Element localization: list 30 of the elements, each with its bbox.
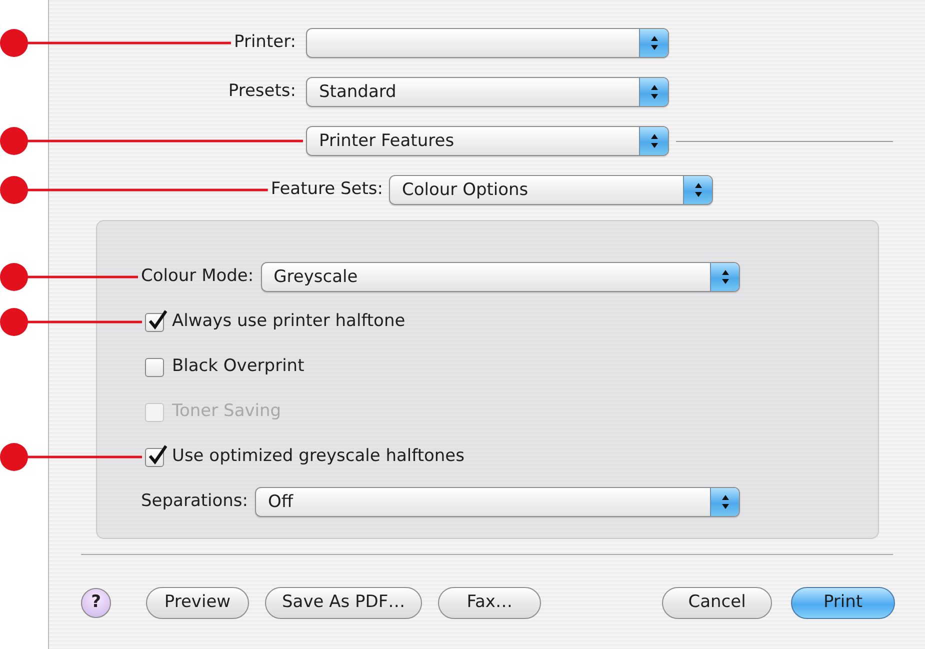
checkbox[interactable] — [145, 358, 164, 376]
checkbox[interactable] — [145, 448, 164, 466]
checkbox-label: Always use printer halftone — [172, 310, 406, 334]
stepper-arrows-icon — [720, 269, 730, 285]
popup-menu[interactable]: Greyscale — [260, 262, 740, 292]
popup-menu[interactable]: Standard — [306, 77, 669, 107]
field-label: Colour Mode: — [141, 265, 254, 288]
stepper-arrows-icon — [650, 35, 658, 51]
field-label: Presets: — [228, 80, 296, 104]
stepper-arrows-icon — [694, 182, 702, 198]
push-button[interactable]: Print — [791, 587, 895, 619]
stepper-arrows-icon — [720, 494, 730, 510]
popup-menu[interactable]: Printer Features — [306, 126, 669, 156]
push-button[interactable]: Cancel — [662, 587, 772, 619]
popup-menu[interactable]: Off — [255, 487, 740, 517]
popup-menu[interactable]: Colour Options — [389, 175, 713, 205]
push-button[interactable]: Fax… — [438, 587, 542, 619]
checkbox[interactable] — [145, 312, 164, 332]
checkbox-label: Toner Saving — [172, 400, 282, 424]
help-button[interactable]: ? — [81, 588, 111, 618]
field-label: Feature Sets: — [270, 178, 383, 202]
field-label: Printer: — [234, 31, 296, 54]
push-button[interactable]: Save As PDF… — [265, 587, 422, 619]
checkbox-label: Use optimized greyscale halftones — [172, 445, 464, 468]
stepper-arrows-icon — [650, 84, 658, 100]
stepper-arrows-icon — [650, 133, 658, 149]
push-button[interactable]: Preview — [146, 587, 249, 619]
popup-menu[interactable] — [306, 28, 669, 58]
checkbox-label: Black Overprint — [172, 355, 304, 378]
field-label: Separations: — [141, 490, 248, 514]
